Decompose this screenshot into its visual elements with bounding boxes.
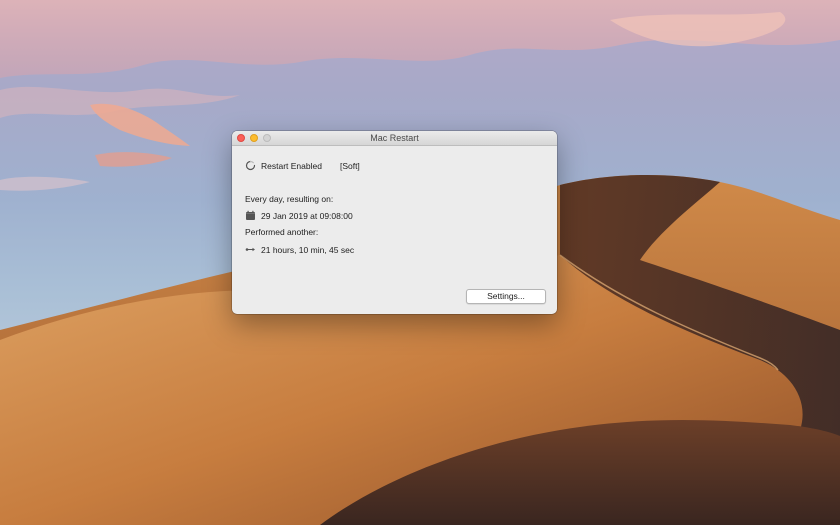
next-restart-date: 29 Jan 2019 at 09:08:00 (261, 210, 353, 221)
settings-button[interactable]: Settings... (466, 289, 546, 304)
performed-label: Performed another: (245, 227, 319, 237)
mac-restart-window: Mac Restart Restart Enabled [Soft] Every… (232, 131, 557, 314)
restart-status-label: Restart Enabled (261, 160, 322, 171)
window-titlebar[interactable]: Mac Restart (232, 131, 557, 146)
restart-mode-label: [Soft] (339, 160, 360, 171)
time-remaining-row: 21 hours, 10 min, 45 sec (245, 244, 354, 255)
frequency-label: Every day, resulting on: (245, 194, 334, 204)
next-restart-row: 29 Jan 2019 at 09:08:00 (245, 210, 353, 221)
status-row: Restart Enabled [Soft] (245, 160, 360, 171)
arrows-icon (245, 244, 256, 255)
calendar-icon (245, 210, 256, 221)
window-content: Restart Enabled [Soft] Every day, result… (232, 146, 557, 314)
window-title: Mac Restart (370, 133, 419, 143)
spinner-icon (245, 160, 256, 171)
time-remaining-value: 21 hours, 10 min, 45 sec (261, 244, 355, 255)
